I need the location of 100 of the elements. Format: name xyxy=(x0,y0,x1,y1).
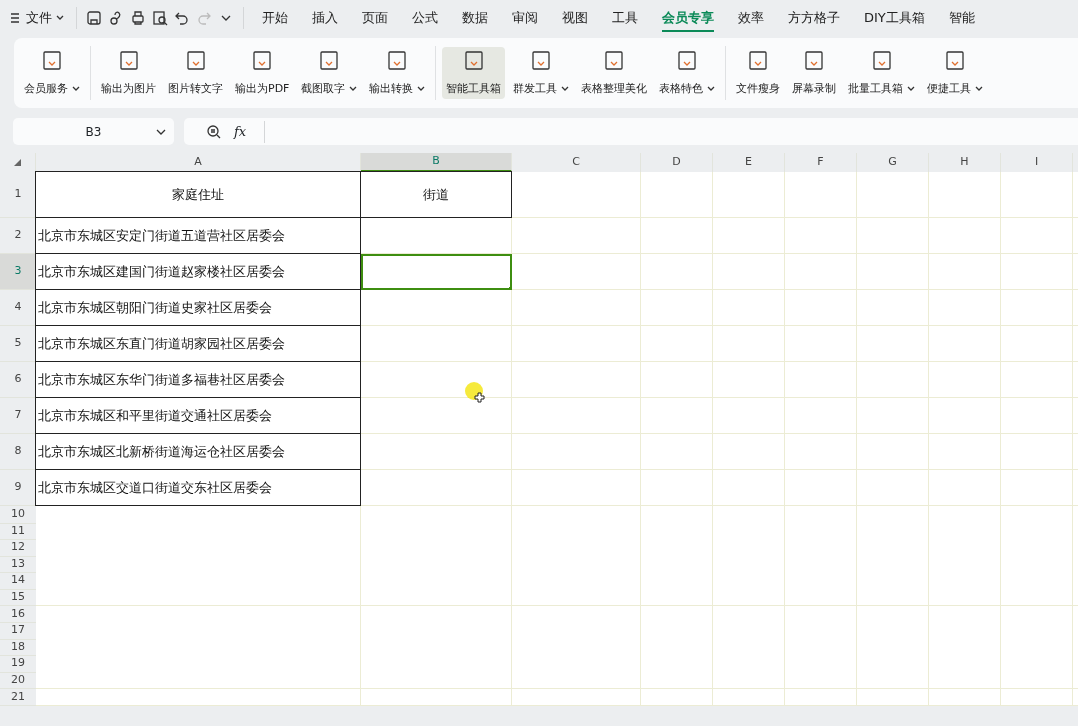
table-cell[interactable] xyxy=(361,398,512,434)
table-cell[interactable] xyxy=(361,506,512,524)
table-cell[interactable] xyxy=(512,326,641,362)
ribbon-tool[interactable]: 表格特色 xyxy=(655,47,720,99)
table-cell[interactable] xyxy=(641,434,713,470)
table-cell[interactable]: 北京市东城区建国门街道赵家楼社区居委会 xyxy=(35,253,361,290)
table-cell[interactable]: 北京市东城区北新桥街道海运仓社区居委会 xyxy=(35,433,361,470)
table-cell[interactable] xyxy=(857,434,929,470)
menu-tab[interactable]: 视图 xyxy=(550,0,600,36)
menu-tab[interactable]: 页面 xyxy=(350,0,400,36)
ribbon-tool[interactable]: 群发工具 xyxy=(509,47,574,99)
row-header[interactable]: 3 xyxy=(0,254,36,290)
table-cell[interactable] xyxy=(929,218,1001,254)
table-cell[interactable] xyxy=(1001,398,1073,434)
name-box[interactable]: B3 xyxy=(13,118,174,145)
undo-icon[interactable] xyxy=(174,10,190,26)
menu-tab[interactable]: 工具 xyxy=(600,0,650,36)
table-cell[interactable] xyxy=(929,470,1001,506)
table-cell[interactable] xyxy=(857,506,929,524)
table-cell[interactable] xyxy=(1001,290,1073,326)
table-cell[interactable] xyxy=(1001,172,1073,218)
table-cell[interactable] xyxy=(785,470,857,506)
ribbon-tool[interactable]: 屏幕录制 xyxy=(788,47,841,99)
table-cell[interactable] xyxy=(512,434,641,470)
table-cell[interactable] xyxy=(785,398,857,434)
table-cell[interactable]: 北京市东城区东直门街道胡家园社区居委会 xyxy=(35,325,361,362)
table-cell[interactable] xyxy=(929,362,1001,398)
table-cell[interactable] xyxy=(1001,470,1073,506)
table-cell[interactable] xyxy=(713,218,785,254)
selected-cell[interactable] xyxy=(361,254,512,290)
menu-tab[interactable]: 数据 xyxy=(450,0,500,36)
table-cell[interactable] xyxy=(857,290,929,326)
table-cell[interactable] xyxy=(713,326,785,362)
table-cell[interactable] xyxy=(713,172,785,218)
preview-icon[interactable] xyxy=(152,10,168,26)
ribbon-tool[interactable]: 输出转换 xyxy=(365,47,430,99)
table-cell[interactable]: 北京市东城区安定门街道五道营社区居委会 xyxy=(35,217,361,254)
table-cell[interactable]: 北京市东城区交道口街道交东社区居委会 xyxy=(35,469,361,506)
table-cell[interactable] xyxy=(1001,218,1073,254)
table-cell[interactable] xyxy=(713,506,785,524)
ribbon-tool[interactable]: 批量工具箱 xyxy=(844,47,920,99)
redo-icon[interactable] xyxy=(196,10,212,26)
ribbon-tool[interactable]: 输出为图片 xyxy=(97,47,160,99)
menu-tab[interactable]: 审阅 xyxy=(500,0,550,36)
table-cell[interactable] xyxy=(713,398,785,434)
table-cell[interactable] xyxy=(641,470,713,506)
table-cell[interactable] xyxy=(857,218,929,254)
table-cell[interactable] xyxy=(785,326,857,362)
table-cell[interactable] xyxy=(641,326,713,362)
menu-tab[interactable]: 效率 xyxy=(726,0,776,36)
ribbon-tool[interactable]: 图片转文字 xyxy=(164,47,227,99)
table-cell[interactable] xyxy=(929,290,1001,326)
table-cell[interactable] xyxy=(713,470,785,506)
table-cell[interactable] xyxy=(929,172,1001,218)
formula-bar[interactable]: fx xyxy=(184,118,1078,145)
print-icon[interactable] xyxy=(130,10,146,26)
table-cell[interactable]: 北京市东城区东华门街道多福巷社区居委会 xyxy=(35,361,361,398)
table-cell[interactable] xyxy=(512,470,641,506)
table-cell[interactable] xyxy=(929,326,1001,362)
table-cell[interactable] xyxy=(929,434,1001,470)
table-cell[interactable] xyxy=(713,290,785,326)
table-cell[interactable] xyxy=(785,290,857,326)
table-cell[interactable] xyxy=(785,506,857,524)
menu-tab[interactable]: 智能 xyxy=(936,0,987,36)
menu-tab[interactable]: 会员专享 xyxy=(650,0,726,36)
menu-tab[interactable]: 开始 xyxy=(250,0,300,36)
zoom-icon[interactable] xyxy=(206,123,222,140)
table-cell[interactable] xyxy=(36,506,361,524)
ribbon-tool[interactable]: 表格整理美化 xyxy=(577,47,652,99)
table-cell[interactable] xyxy=(857,326,929,362)
table-cell[interactable] xyxy=(785,434,857,470)
table-cell[interactable] xyxy=(641,398,713,434)
table-cell[interactable] xyxy=(641,362,713,398)
menu-tab[interactable]: 公式 xyxy=(400,0,450,36)
table-cell[interactable] xyxy=(857,470,929,506)
table-cell[interactable] xyxy=(1001,326,1073,362)
table-cell[interactable] xyxy=(641,506,713,524)
table-cell[interactable] xyxy=(361,470,512,506)
ribbon-tool[interactable]: 智能工具箱 xyxy=(442,47,506,99)
table-cell[interactable] xyxy=(512,362,641,398)
table-cell[interactable] xyxy=(1001,434,1073,470)
table-cell[interactable] xyxy=(713,254,785,290)
table-cell[interactable] xyxy=(1001,506,1073,524)
table-cell[interactable] xyxy=(361,326,512,362)
select-all-icon[interactable] xyxy=(14,159,21,166)
table-cell[interactable] xyxy=(785,362,857,398)
table-cell[interactable] xyxy=(361,362,512,398)
file-menu[interactable]: 文件 xyxy=(20,0,70,36)
table-cell[interactable] xyxy=(929,398,1001,434)
table-cell[interactable] xyxy=(929,254,1001,290)
table-cell[interactable]: 街道 xyxy=(360,171,512,218)
ribbon-tool[interactable]: 会员服务 xyxy=(20,47,84,99)
ribbon-tool[interactable]: 截图取字 xyxy=(297,47,362,99)
table-cell[interactable] xyxy=(713,434,785,470)
function-button[interactable]: fx xyxy=(234,121,247,142)
table-cell[interactable]: 北京市东城区朝阳门街道史家社区居委会 xyxy=(35,289,361,326)
menu-tab[interactable]: 插入 xyxy=(300,0,350,36)
table-cell[interactable] xyxy=(512,398,641,434)
save-icon[interactable] xyxy=(86,10,102,26)
menu-icon[interactable] xyxy=(10,13,20,23)
